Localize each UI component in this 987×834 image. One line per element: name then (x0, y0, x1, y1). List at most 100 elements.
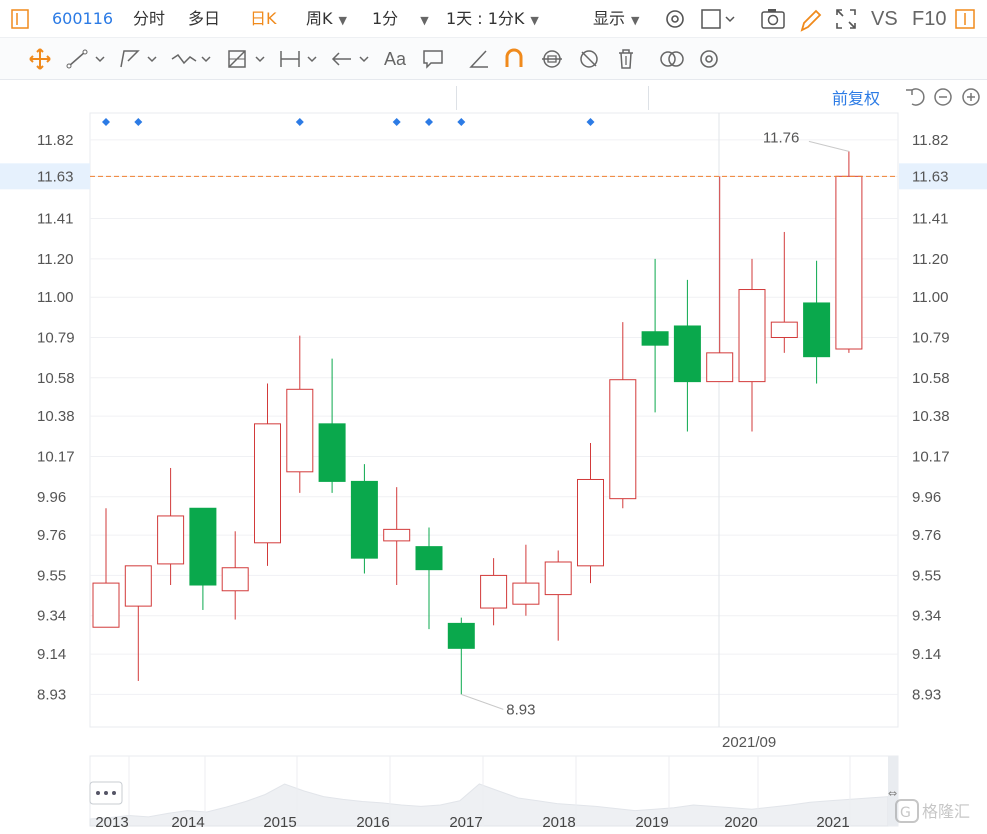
panel-toggle-icon[interactable] (954, 0, 978, 38)
arrow-tool-icon[interactable] (330, 38, 374, 80)
candle-down (350, 480, 378, 559)
display-label: 显示 (593, 9, 626, 28)
settings-icon[interactable] (663, 0, 687, 38)
y-tick-label-left: 10.58 (37, 370, 75, 387)
y-tick-label-right: 9.76 (912, 527, 941, 544)
navigator-year-label: 2013 (95, 814, 128, 830)
min-price-label: 8.93 (506, 701, 535, 718)
chart-settings-icon[interactable] (697, 38, 721, 80)
candle-up (157, 515, 185, 565)
zoom-out-icon[interactable] (934, 88, 952, 106)
chart-area[interactable]: 前复权 11.82 11.63 11.41 11.20 11.00 10.79 10.58 1… (0, 80, 987, 831)
range-tool-icon[interactable] (278, 38, 322, 80)
svg-text:格隆汇: 格隆汇 (922, 802, 970, 821)
more-button[interactable] (89, 781, 123, 805)
top-toolbar: 600116 分时 多日 日K 周K ▼ 1分 ▼ 1天 : 1分K ▼ 显示 ▼ VS… (0, 0, 987, 38)
y-tick-label-left: 11.63 (37, 168, 73, 185)
camera-icon[interactable] (760, 0, 786, 38)
resize-handle-icon[interactable]: ⇔ (888, 787, 897, 800)
fullscreen-icon[interactable] (834, 0, 858, 38)
hide-drawings-icon[interactable] (577, 38, 601, 80)
line-tool-icon[interactable] (66, 38, 110, 80)
navigator-year-label: 2016 (356, 814, 389, 830)
magnet-icon[interactable] (503, 38, 525, 80)
y-tick-label-right: 9.96 (912, 489, 941, 506)
y-tick-label-left: 8.93 (37, 686, 66, 703)
candle-up (512, 582, 540, 605)
y-tick-label-left: 9.96 (37, 489, 66, 506)
zoom-in-icon[interactable] (962, 88, 980, 106)
candle-up (254, 423, 281, 544)
comment-icon[interactable] (422, 38, 444, 80)
y-tick-label-left: 10.79 (37, 329, 75, 346)
lock-tool-icon[interactable] (540, 38, 564, 80)
candle-down (415, 546, 443, 571)
y-tick-label-left: 9.76 (37, 527, 66, 544)
navigator-year-label: 2017 (449, 814, 482, 830)
candle-up (770, 321, 798, 338)
polyline-tool-icon[interactable] (118, 38, 162, 80)
candle-down (641, 331, 669, 346)
sidebar-toggle-icon[interactable] (10, 0, 30, 38)
candle-down (189, 507, 217, 586)
y-tick-label-left: 11.41 (37, 211, 73, 228)
y-tick-label-left: 11.00 (37, 289, 73, 306)
fib-tool-icon[interactable] (226, 38, 270, 80)
wave-tool-icon[interactable] (170, 38, 216, 80)
text-tool-icon[interactable]: Aa (384, 38, 406, 80)
navigator-year-label: 2020 (724, 814, 757, 830)
layout-select[interactable] (700, 0, 740, 38)
navigator-year-label: 2014 (171, 814, 204, 830)
candle-down (803, 302, 831, 358)
multi-period-label: 1天 : 1分K (446, 9, 525, 28)
y-tick-label-left: 11.82 (37, 132, 73, 149)
candle-up (286, 388, 314, 473)
drawing-toolbar: Aa (0, 38, 987, 110)
candle-up (544, 561, 572, 596)
move-icon[interactable] (28, 38, 52, 80)
y-tick-label-right: 9.14 (912, 646, 941, 663)
candle-up (609, 379, 637, 500)
y-tick-label-left: 10.38 (37, 408, 75, 425)
y-tick-label-left: 11.20 (37, 251, 73, 268)
trash-icon[interactable] (615, 38, 637, 80)
tab-weekly-k[interactable]: 周K ▼ (306, 0, 347, 38)
tab-1min[interactable]: 1分 ▼ (372, 0, 429, 38)
y-tick-label-right: 10.79 (912, 329, 950, 346)
display-menu[interactable]: 显示 ▼ (593, 0, 639, 38)
tab-daily-k[interactable]: 日K (250, 0, 277, 38)
vs-button[interactable]: VS (871, 0, 898, 38)
y-axis-left: 11.82 11.63 11.41 11.20 11.00 10.79 10.58 10.38… (0, 132, 90, 703)
tab-fenshi[interactable]: 分时 (133, 0, 165, 38)
candle-up (92, 582, 120, 628)
y-axis-right: 11.82 11.63 11.41 11.20 11.00 10.79 10.58 10.38… (899, 132, 987, 703)
tab-1min-label: 1分 (372, 9, 399, 28)
undo-icon[interactable] (906, 88, 925, 106)
candle-up (383, 528, 411, 542)
candlestick-chart[interactable]: 前复权 11.8211.6311.4111.2011.0010.7910.581… (0, 80, 987, 831)
stock-code[interactable]: 600116 (52, 0, 113, 38)
max-price-label: 11.76 (763, 129, 799, 146)
y-tick-label-right: 11.20 (912, 251, 948, 268)
candle-up (835, 175, 863, 350)
y-tick-label-right: 9.55 (912, 567, 941, 584)
y-tick-label-left: 9.14 (37, 646, 66, 663)
candle-up (221, 567, 249, 592)
angle-tool-icon[interactable] (468, 38, 490, 80)
adjust-mode-link[interactable]: 前复权 (832, 89, 880, 108)
tab-duori[interactable]: 多日 (188, 0, 220, 38)
y-tick-label-right: 8.93 (912, 686, 941, 703)
y-tick-label-right: 11.41 (912, 211, 948, 228)
multi-period-select[interactable]: 1天 : 1分K ▼ (446, 0, 539, 38)
candle-down (447, 622, 475, 649)
f10-button[interactable]: F10 (912, 0, 946, 38)
navigator-year-label: 2019 (635, 814, 668, 830)
overlay-compare-icon[interactable] (658, 38, 686, 80)
candle-up (124, 565, 152, 607)
plot-frame (89, 112, 899, 728)
navigator[interactable]: ⇔ 2013 2014 2015 2016 2017 2018 2019 2020 2021 (89, 755, 899, 831)
tab-weekly-k-label: 周K (306, 9, 333, 28)
crosshair-date-label: 2021/09 (722, 734, 776, 751)
pencil-icon[interactable] (798, 0, 822, 38)
candle-down (673, 325, 701, 383)
